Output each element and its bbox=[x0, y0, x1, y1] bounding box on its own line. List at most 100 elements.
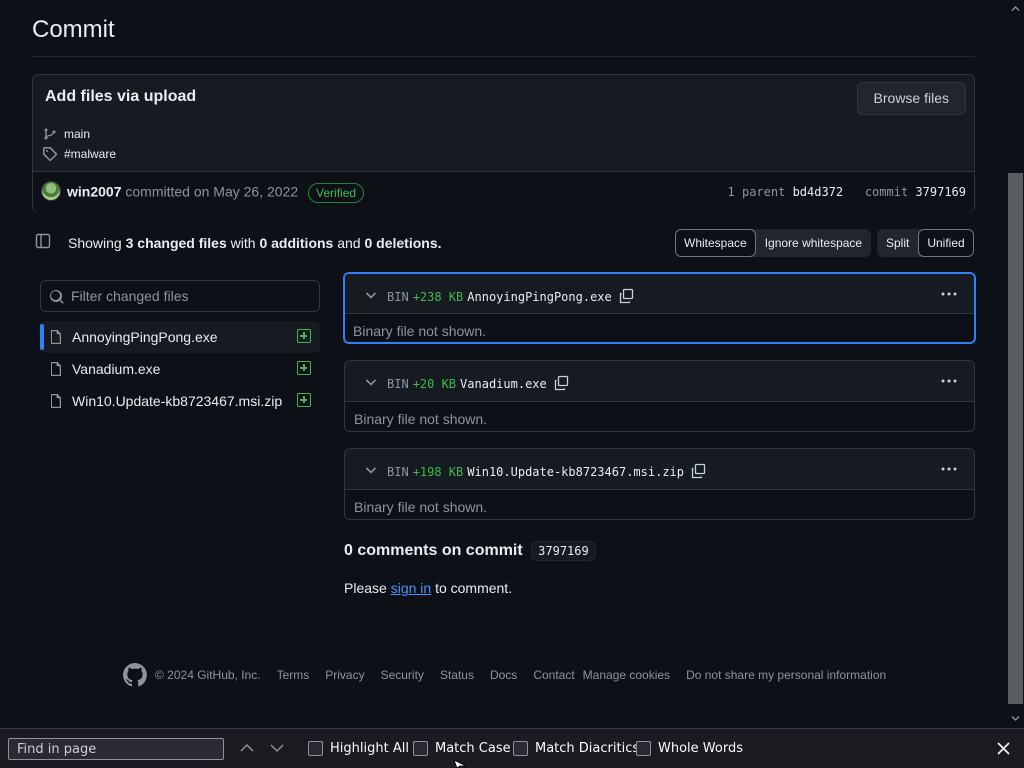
commit-author-bar: win2007 committed on May 26, 2022 Verifi… bbox=[33, 171, 974, 212]
ignore-whitespace-button[interactable]: Ignore whitespace bbox=[756, 229, 871, 257]
mouse-cursor-icon bbox=[454, 760, 467, 768]
summary-with: with bbox=[230, 235, 256, 251]
commit-message: Add files via upload bbox=[45, 88, 197, 105]
verified-badge[interactable]: Verified bbox=[308, 183, 365, 203]
author-link[interactable]: win2007 bbox=[67, 184, 121, 200]
file-type: BIN bbox=[387, 465, 409, 479]
match-diacritics-checkbox[interactable]: Match Diacritics bbox=[513, 741, 639, 756]
find-previous-icon[interactable] bbox=[239, 741, 255, 755]
find-in-page-input[interactable] bbox=[8, 738, 224, 760]
highlight-all-label: Highlight All bbox=[330, 741, 409, 756]
scrollbar-thumb[interactable] bbox=[1008, 173, 1023, 704]
split-view-button[interactable]: Split bbox=[877, 229, 918, 257]
kebab-menu-icon[interactable] bbox=[940, 373, 958, 389]
parent-label: 1 parent bbox=[727, 185, 786, 199]
file-type: BIN bbox=[387, 377, 409, 391]
find-bar: Highlight All Match Case Match Diacritic… bbox=[0, 728, 1024, 768]
footer-link-status[interactable]: Status bbox=[440, 668, 474, 682]
page: Commit Add files via upload Browse files… bbox=[0, 0, 1007, 728]
summary-additions: 0 additions bbox=[259, 235, 334, 251]
checkbox-box[interactable] bbox=[636, 741, 651, 756]
footer-link-privacy[interactable]: Privacy bbox=[325, 668, 364, 682]
file-tree-item-name: Vanadium.exe bbox=[72, 361, 161, 377]
diff-summary: Showing 3 changed files with 0 additions… bbox=[68, 235, 442, 251]
scroll-up-icon[interactable] bbox=[1011, 4, 1020, 13]
highlight-all-checkbox[interactable]: Highlight All bbox=[308, 741, 409, 756]
footer-link-docs[interactable]: Docs bbox=[490, 668, 517, 682]
file-tree-item[interactable]: AnnoyingPingPong.exe bbox=[40, 321, 320, 353]
page-scrollbar[interactable] bbox=[1007, 0, 1024, 728]
commit-header: Add files via upload Browse files main #… bbox=[33, 75, 974, 171]
copy-icon[interactable] bbox=[618, 288, 634, 304]
chevron-down-icon[interactable] bbox=[363, 374, 379, 390]
footer-copyright: © 2024 GitHub, Inc. bbox=[155, 668, 261, 682]
tag-icon bbox=[43, 147, 58, 161]
filter-files-field bbox=[40, 280, 320, 312]
file-diff-name[interactable]: Vanadium.exe bbox=[460, 377, 547, 391]
close-icon[interactable] bbox=[995, 740, 1012, 757]
file-diff-name[interactable]: Win10.Update-kb8723467.msi.zip bbox=[467, 465, 684, 479]
signin-please: Please bbox=[344, 580, 387, 596]
commit-hashes: 1 parent bd4d372 commit 3797169 bbox=[728, 185, 966, 199]
divider bbox=[32, 56, 975, 57]
footer-link-manage-cookies[interactable]: Manage cookies bbox=[583, 668, 670, 682]
avatar[interactable] bbox=[41, 181, 61, 201]
file-diff-title: BIN +198 KB Win10.Update-kb8723467.msi.zip bbox=[387, 463, 706, 479]
file-diff: BIN +238 KB AnnoyingPingPong.exe Binary fi… bbox=[343, 272, 976, 344]
file-added-icon bbox=[297, 329, 311, 343]
whitespace-button[interactable]: Whitespace bbox=[675, 229, 756, 257]
file-diff-header: BIN +198 KB Win10.Update-kb8723467.msi.zip bbox=[345, 449, 974, 490]
match-case-checkbox[interactable]: Match Case bbox=[413, 741, 511, 756]
checkbox-box[interactable] bbox=[513, 741, 528, 756]
binary-file-note: Binary file not shown. bbox=[354, 411, 488, 427]
copy-icon[interactable] bbox=[690, 463, 706, 479]
committed-date: committed on May 26, 2022 bbox=[125, 183, 299, 200]
chevron-down-icon[interactable] bbox=[363, 287, 379, 303]
file-tree-item-name: AnnoyingPingPong.exe bbox=[72, 329, 218, 345]
checkbox-box[interactable] bbox=[413, 741, 428, 756]
author-line: win2007 committed on May 26, 2022 Verifi… bbox=[67, 183, 365, 203]
sign-in-link[interactable]: sign in bbox=[391, 580, 431, 596]
sidebar-toggle-icon[interactable] bbox=[35, 233, 51, 249]
page-title: Commit bbox=[32, 16, 115, 43]
unified-view-button[interactable]: Unified bbox=[918, 229, 974, 257]
whole-words-checkbox[interactable]: Whole Words bbox=[636, 741, 743, 756]
kebab-menu-icon[interactable] bbox=[940, 286, 958, 302]
file-icon bbox=[51, 362, 61, 376]
summary-period: . bbox=[437, 235, 442, 251]
summary-deletions: 0 deletions bbox=[364, 235, 438, 251]
summary-showing: Showing bbox=[68, 235, 122, 251]
footer-link-terms[interactable]: Terms bbox=[277, 668, 310, 682]
branch-link[interactable]: main bbox=[42, 126, 90, 142]
footer-link-do-not-share[interactable]: Do not share my personal information bbox=[686, 668, 886, 682]
binary-file-note: Binary file not shown. bbox=[353, 323, 487, 339]
browse-files-button[interactable]: Browse files bbox=[856, 82, 966, 115]
file-type: BIN bbox=[387, 290, 409, 304]
whole-words-label: Whole Words bbox=[658, 741, 743, 756]
file-tree-item[interactable]: Win10.Update-kb8723467.msi.zip bbox=[40, 385, 320, 417]
chevron-down-icon[interactable] bbox=[363, 462, 379, 478]
file-diff-name[interactable]: AnnoyingPingPong.exe bbox=[467, 290, 612, 304]
file-diff-title: BIN +238 KB AnnoyingPingPong.exe bbox=[387, 288, 634, 304]
parent-sha-link[interactable]: bd4d372 bbox=[793, 185, 844, 199]
footer-link-contact[interactable]: Contact bbox=[533, 668, 574, 682]
tag-link[interactable]: #malware bbox=[42, 146, 116, 162]
scroll-down-icon[interactable] bbox=[1011, 714, 1020, 723]
comments-sha: 3797169 bbox=[531, 541, 596, 561]
checkbox-box[interactable] bbox=[308, 741, 323, 756]
file-tree-item-name: Win10.Update-kb8723467.msi.zip bbox=[72, 393, 283, 409]
kebab-menu-icon[interactable] bbox=[940, 461, 958, 477]
match-diacritics-label: Match Diacritics bbox=[535, 741, 640, 756]
footer-link-security[interactable]: Security bbox=[381, 668, 424, 682]
filter-files-input[interactable] bbox=[71, 281, 311, 311]
summary-and: and bbox=[337, 235, 361, 251]
find-next-icon[interactable] bbox=[269, 741, 285, 755]
tag-name: #malware bbox=[64, 147, 117, 161]
commit-sha: 3797169 bbox=[915, 185, 966, 199]
file-tree-item[interactable]: Vanadium.exe bbox=[40, 353, 320, 385]
file-diff: BIN +198 KB Win10.Update-kb8723467.msi.zip… bbox=[344, 448, 975, 520]
github-logo-icon[interactable] bbox=[123, 663, 147, 687]
git-branch-icon bbox=[44, 128, 56, 140]
copy-icon[interactable] bbox=[553, 375, 569, 391]
comments-heading-text: 0 comments on commit bbox=[344, 542, 523, 559]
